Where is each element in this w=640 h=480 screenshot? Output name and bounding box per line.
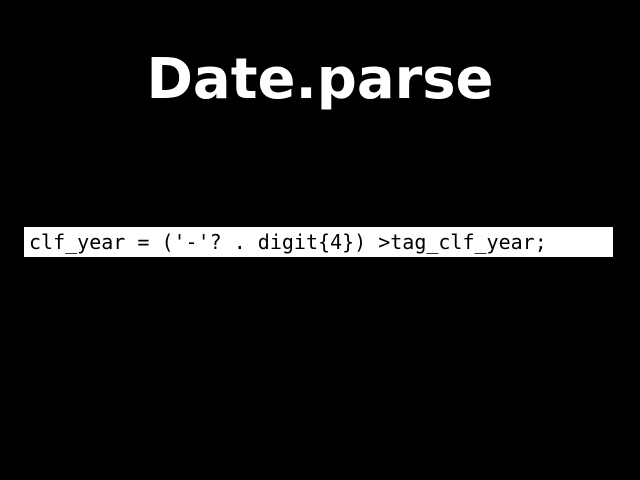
code-box: clf_year = ('-'? . digit{4}) >tag_clf_ye… — [24, 227, 613, 257]
slide-title: Date.parse — [146, 47, 494, 112]
slide: Date.parse clf_year = ('-'? . digit{4}) … — [0, 0, 640, 480]
code-line: clf_year = ('-'? . digit{4}) >tag_clf_ye… — [29, 230, 547, 254]
